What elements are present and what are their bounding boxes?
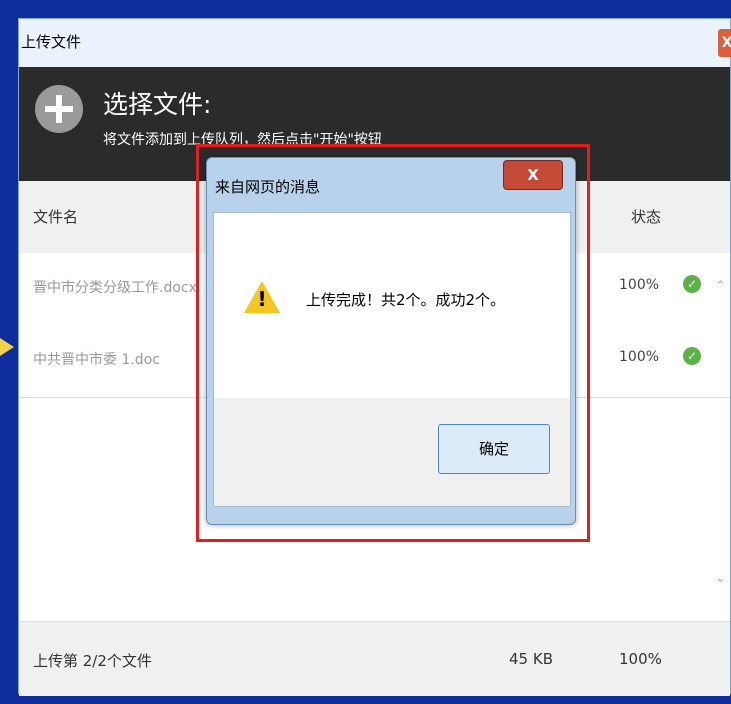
dialog-close-button[interactable]: X [503, 160, 563, 190]
file-name: 中共晋中市委 1.doc [33, 352, 160, 368]
file-name: 晋中市分类分级工作.docx [33, 280, 197, 296]
dialog-title: 来自网页的消息 [215, 178, 321, 196]
window-close-button[interactable]: X [718, 29, 731, 57]
message-dialog: 来自网页的消息 X ! 上传完成！共2个。成功2个。 确定 [206, 157, 576, 525]
chevron-up-icon[interactable]: ⌃ [715, 279, 726, 294]
dialog-message: 上传完成！共2个。成功2个。 [306, 291, 506, 309]
window-titlebar: 上传文件 X [19, 19, 731, 68]
plus-icon[interactable] [35, 85, 83, 133]
total-size: 45 KB [509, 650, 553, 668]
total-progress: 100% [619, 650, 662, 668]
dialog-content: ! 上传完成！共2个。成功2个。 [213, 212, 571, 400]
check-icon: ✓ [683, 275, 701, 293]
warning-mark: ! [257, 287, 267, 311]
arrow-right-icon [0, 338, 14, 356]
ok-button[interactable]: 确定 [438, 424, 550, 474]
window-title: 上传文件 [21, 33, 82, 51]
column-filename: 文件名 [33, 208, 79, 226]
upload-summary: 上传第 2/2个文件 [33, 652, 152, 670]
banner-heading: 选择文件: [103, 90, 212, 119]
upload-status-bar: 上传第 2/2个文件 45 KB 100% [19, 621, 730, 696]
column-status: 状态 [631, 208, 662, 226]
dialog-button-area: 确定 [213, 398, 571, 507]
file-progress: 100% [619, 349, 660, 365]
chevron-down-icon[interactable]: ⌄ [715, 571, 726, 586]
check-icon: ✓ [683, 347, 701, 365]
file-progress: 100% [619, 277, 660, 293]
